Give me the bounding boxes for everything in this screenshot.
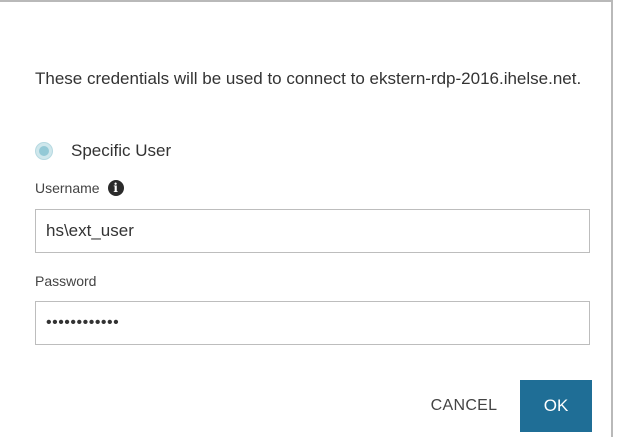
- info-icon[interactable]: i: [107, 180, 124, 196]
- password-field[interactable]: ••••••••••••: [35, 301, 590, 345]
- username-field[interactable]: hs\ext_user: [35, 209, 590, 253]
- specific-user-label: Specific User: [71, 141, 172, 160]
- specific-user-radio[interactable]: [35, 142, 53, 160]
- specific-user-radio-option[interactable]: Specific User: [35, 139, 171, 163]
- cancel-button[interactable]: CANCEL: [416, 386, 512, 426]
- radio-selected-dot: [39, 146, 49, 156]
- ok-button[interactable]: OK: [520, 380, 592, 432]
- password-label-row: Password: [35, 273, 96, 289]
- username-label: Username: [35, 180, 100, 196]
- credentials-dialog: These credentials will be used to connec…: [0, 0, 613, 437]
- password-label: Password: [35, 273, 97, 289]
- dialog-description: These credentials will be used to connec…: [35, 69, 582, 88]
- username-label-row: Username i: [35, 180, 124, 196]
